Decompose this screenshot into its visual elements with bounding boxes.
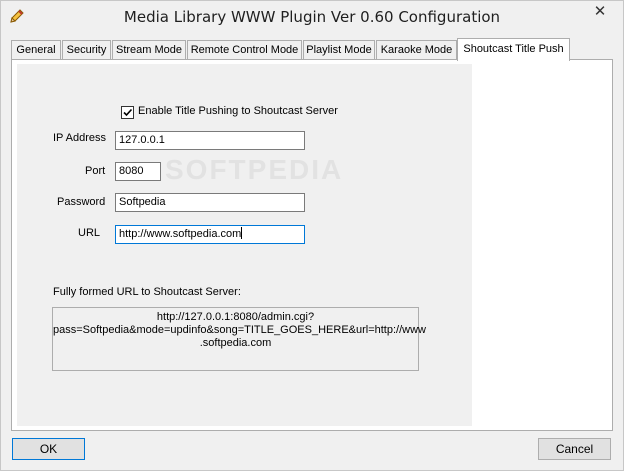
port-input[interactable]: 8080 (115, 162, 161, 181)
pencil-icon (8, 7, 26, 25)
full-url-line: http://127.0.0.1:8080/admin.cgi? (156, 311, 315, 323)
config-window: Media Library WWW Plugin Ver 0.60 Config… (0, 0, 624, 471)
url-input[interactable]: http://www.softpedia.com (115, 225, 305, 244)
tab-shoutcast-title-push[interactable]: Shoutcast Title Push (457, 38, 570, 61)
full-url-line: pass=Softpedia&mode=updinfo&song=TITLE_G… (53, 324, 426, 336)
ok-button[interactable]: OK (12, 438, 85, 460)
full-url-label: Fully formed URL to Shoutcast Server: (53, 286, 241, 298)
tab-remote-control-mode[interactable]: Remote Control Mode (187, 40, 302, 59)
password-label: Password (57, 196, 106, 208)
settings-area: SOFTPEDIA Enable Title Pushing to Shoutc… (17, 64, 472, 426)
tab-strip: General Security Stream Mode Remote Cont… (11, 38, 611, 61)
tab-karaoke-mode[interactable]: Karaoke Mode (376, 40, 457, 59)
ip-address-input[interactable]: 127.0.0.1 (115, 131, 305, 150)
tab-general[interactable]: General (11, 40, 61, 59)
port-label: Port (85, 165, 106, 177)
window-title: Media Library WWW Plugin Ver 0.60 Config… (123, 8, 501, 26)
close-icon: ✕ (593, 3, 607, 20)
close-button[interactable]: ✕ (585, 2, 615, 22)
password-input[interactable]: Softpedia (115, 193, 305, 212)
url-label: URL (78, 227, 101, 239)
tab-stream-mode[interactable]: Stream Mode (112, 40, 186, 59)
tab-security[interactable]: Security (62, 40, 111, 59)
title-bar[interactable]: Media Library WWW Plugin Ver 0.60 Config… (1, 1, 623, 31)
full-url-display: http://127.0.0.1:8080/admin.cgi? pass=So… (52, 307, 426, 371)
enable-title-push-label: Enable Title Pushing to Shoutcast Server (138, 105, 338, 117)
ip-address-label: IP Address (53, 132, 106, 144)
tab-playlist-mode[interactable]: Playlist Mode (303, 40, 375, 59)
tab-panel: SOFTPEDIA Enable Title Pushing to Shoutc… (11, 59, 613, 431)
watermark: SOFTPEDIA (165, 154, 344, 185)
url-input-value: http://www.softpedia.com (119, 228, 242, 240)
checkmark-icon (123, 108, 133, 117)
full-url-line: .softpedia.com (199, 337, 272, 349)
cancel-button[interactable]: Cancel (538, 438, 611, 460)
text-caret (241, 227, 243, 239)
enable-title-push-checkbox[interactable] (121, 106, 134, 119)
